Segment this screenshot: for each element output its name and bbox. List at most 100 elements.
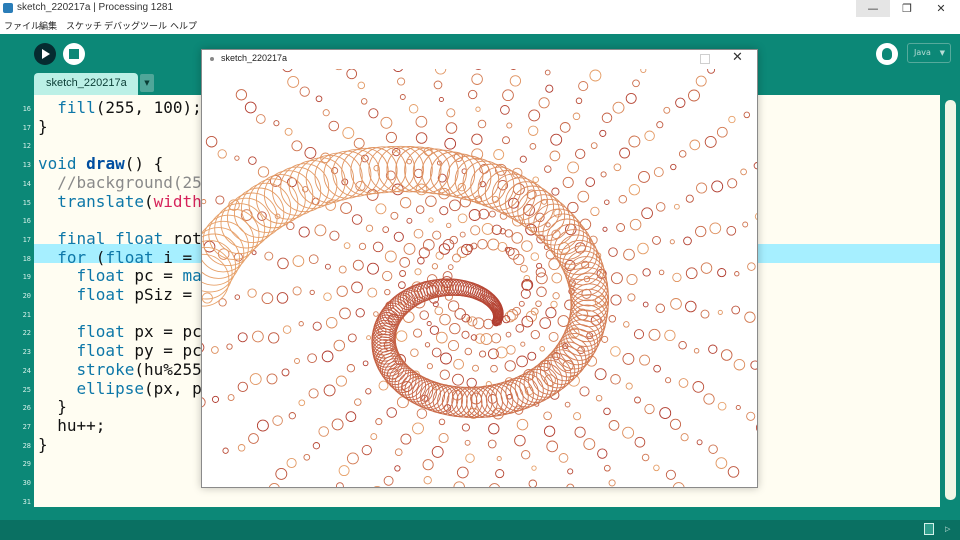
ray-circle [505, 331, 512, 338]
code-line: stroke(hu%255, [76, 359, 212, 379]
sketch-window[interactable]: sketch_220217a ✕ [201, 49, 758, 488]
ray-circle [373, 485, 381, 487]
ray-circle [461, 423, 470, 432]
ray-circle [481, 222, 494, 235]
ray-circle [416, 408, 428, 419]
ray-circle [740, 168, 747, 176]
menu-sketch[interactable]: スケッチ [66, 19, 102, 32]
sketch-canvas[interactable] [202, 69, 757, 487]
spiral-circle [430, 151, 476, 197]
sketch-title-bar[interactable]: sketch_220217a ✕ [202, 50, 757, 69]
ray-circle [394, 448, 403, 457]
ray-circle [575, 97, 583, 105]
menu-tools[interactable]: ツール [140, 19, 167, 32]
ray-circle [733, 358, 746, 371]
ray-circle [516, 355, 528, 368]
ray-circle [426, 321, 432, 327]
ray-circle [415, 205, 425, 214]
run-button[interactable] [34, 43, 56, 65]
ray-circle [294, 358, 300, 364]
ray-circle [552, 292, 560, 300]
minimize-button[interactable]: — [856, 0, 890, 17]
menu-debug[interactable]: デバッグ [104, 19, 140, 32]
debug-button[interactable] [876, 43, 898, 65]
line-number: 12 [22, 142, 31, 151]
ray-circle [665, 377, 672, 384]
ray-circle [346, 452, 359, 465]
tab-menu-button[interactable]: ▼ [140, 74, 154, 92]
tab-sketch[interactable]: sketch_220217a [34, 73, 138, 95]
ray-circle [205, 135, 218, 148]
ray-circle [333, 339, 346, 352]
ray-circle [753, 162, 757, 170]
ray-circle [393, 69, 404, 72]
ray-circle [413, 328, 423, 338]
ray-circle [399, 257, 411, 268]
ray-circle [471, 133, 483, 145]
console-icon[interactable] [924, 523, 934, 535]
ray-circle [567, 161, 580, 174]
ray-circle [595, 394, 603, 402]
ray-circle [357, 81, 366, 90]
ray-circle [399, 197, 412, 209]
ray-circle [234, 155, 240, 161]
mode-selector[interactable]: Java ▼ [907, 43, 951, 63]
stop-button[interactable] [63, 43, 85, 65]
ray-circle [362, 360, 369, 367]
ray-circle [708, 444, 718, 454]
ray-circle [477, 238, 488, 250]
ray-circle [520, 341, 526, 347]
ray-circle [292, 286, 302, 296]
ray-circle [217, 149, 227, 159]
scrollbar-thumb[interactable] [945, 100, 956, 500]
ray-circle [579, 218, 592, 231]
ray-circle [215, 195, 225, 205]
editor-scrollbar[interactable] [940, 95, 960, 507]
ray-circle [237, 332, 248, 343]
ray-circle [658, 269, 665, 276]
ray-circle [528, 109, 541, 122]
menu-edit[interactable]: 編集 [39, 19, 57, 32]
ray-circle [447, 264, 454, 270]
ray-circle [709, 222, 722, 235]
maximize-button[interactable]: ❐ [890, 0, 924, 17]
code-line: } [38, 434, 48, 454]
ray-circle [711, 180, 724, 193]
ray-circle [464, 347, 473, 356]
close-button[interactable]: ✕ [924, 0, 958, 17]
ray-circle [521, 240, 533, 252]
menu-help[interactable]: ヘルプ [170, 19, 197, 32]
expand-console-icon[interactable]: ▷ [945, 525, 950, 533]
ray-circle [418, 247, 430, 259]
ray-circle [680, 433, 689, 442]
ray-circle [685, 267, 698, 280]
ray-circle [408, 104, 419, 114]
ray-circle [670, 298, 682, 310]
ray-circle [521, 450, 531, 460]
ray-circle [665, 469, 676, 480]
ray-circle [574, 426, 586, 438]
ray-circle [466, 377, 477, 389]
menu-file[interactable]: ファイル [4, 19, 40, 32]
ray-circle [708, 344, 718, 354]
ray-circle [602, 226, 608, 232]
ray-circle [619, 147, 631, 159]
ray-circle [700, 309, 710, 319]
ray-circle [227, 394, 235, 402]
console-divider[interactable] [0, 507, 960, 520]
ray-circle [535, 272, 548, 285]
line-number: 22 [22, 329, 31, 338]
ray-circle [610, 294, 622, 306]
ray-circle [472, 317, 485, 330]
line-number: 13 [22, 161, 31, 170]
ray-circle [358, 242, 367, 251]
ray-circle [353, 137, 365, 149]
play-icon [42, 49, 50, 59]
sketch-window-title: sketch_220217a [221, 53, 288, 63]
ray-circle [727, 178, 738, 189]
ray-circle [375, 418, 383, 426]
ray-circle [384, 250, 397, 263]
ray-circle [567, 468, 574, 475]
ray-circle [465, 453, 475, 463]
sketch-close-button[interactable]: ✕ [732, 50, 743, 65]
